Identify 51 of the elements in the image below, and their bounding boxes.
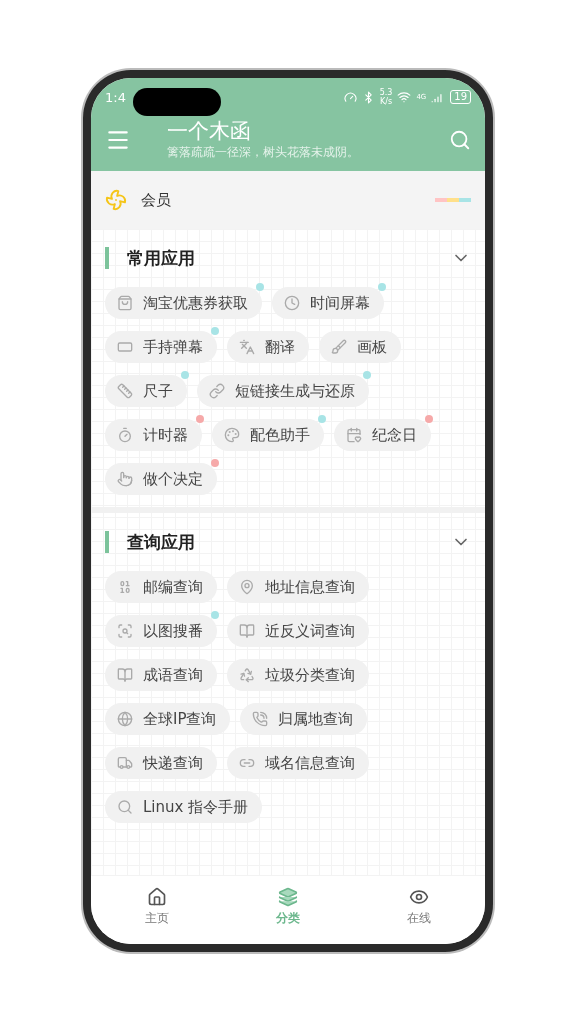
- app-chip[interactable]: 近反义词查询: [227, 615, 369, 647]
- image-search-icon: [117, 623, 133, 639]
- link-icon: [209, 383, 225, 399]
- home-icon: [146, 887, 167, 907]
- screen-icon: [117, 339, 133, 355]
- truck-icon: [117, 755, 133, 771]
- recycle-icon: [239, 667, 255, 683]
- app-chip[interactable]: 地址信息查询: [227, 571, 369, 603]
- network-speed: 5.3 K/s: [379, 88, 393, 106]
- map-pin-icon: [239, 579, 255, 595]
- translate-icon: [239, 339, 255, 355]
- stopwatch-icon: [117, 427, 133, 443]
- status-time: 1:4: [105, 89, 126, 105]
- book-icon: [239, 623, 255, 639]
- brush-icon: [331, 339, 347, 355]
- number-card-icon: [117, 579, 133, 595]
- clock-icon: [284, 295, 300, 311]
- section-marker: [105, 531, 109, 553]
- app-chip[interactable]: 翻译: [227, 331, 309, 363]
- app-chip[interactable]: 垃圾分类查询: [227, 659, 369, 691]
- pinwheel-icon: [105, 189, 127, 211]
- bag-icon: [117, 295, 133, 311]
- app-chip[interactable]: 全球IP查询: [105, 703, 231, 735]
- book-icon: [117, 667, 133, 683]
- app-chip[interactable]: 邮编查询: [105, 571, 217, 603]
- section-title: 常用应用: [127, 246, 196, 270]
- globe-icon: [117, 711, 133, 727]
- section-marker: [105, 247, 109, 269]
- app-chip[interactable]: 归属地查询: [240, 703, 368, 735]
- app-chip[interactable]: 快递查询: [105, 747, 217, 779]
- app-chip[interactable]: 画板: [319, 331, 401, 363]
- wifi-icon: [397, 90, 412, 104]
- app-chip[interactable]: Linux 指令手册: [105, 791, 263, 823]
- layers-icon: [278, 887, 298, 907]
- battery-level: 19: [450, 90, 471, 104]
- nav-tab[interactable]: 在线: [353, 876, 485, 938]
- nav-tab[interactable]: 主页: [91, 876, 223, 938]
- stripes-drawing: [435, 198, 471, 202]
- search-icon: [117, 799, 133, 815]
- app-subtitle: 篱落疏疏一径深，树头花落未成阴。: [167, 144, 360, 161]
- eye-icon: [409, 887, 430, 907]
- phone-icon: [252, 711, 269, 727]
- section-title: 查询应用: [127, 530, 196, 554]
- hand-pointer-icon: [117, 471, 133, 487]
- ruler-icon: [117, 383, 133, 399]
- app-title: 一个木函: [167, 118, 252, 144]
- app-chip[interactable]: 成语查询: [105, 659, 217, 691]
- calendar-icon: [346, 427, 362, 443]
- app-chip[interactable]: 域名信息查询: [227, 747, 369, 779]
- speed-gauge-icon: [343, 90, 357, 104]
- palette-icon: [224, 427, 240, 443]
